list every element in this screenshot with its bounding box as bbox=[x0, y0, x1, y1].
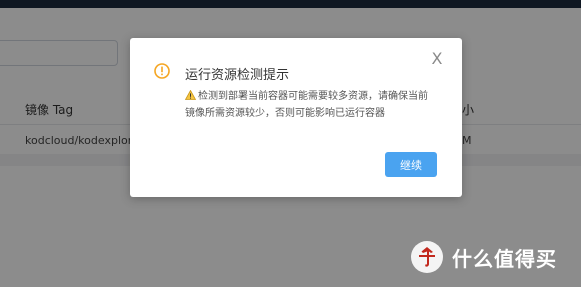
dialog-message: 检测到部署当前容器可能需要较多资源，请确保当前镜像所需资源较少，否则可能影响已运… bbox=[185, 88, 435, 122]
close-icon[interactable]: X bbox=[428, 50, 446, 68]
dialog-title: 运行资源检测提示 bbox=[185, 68, 290, 83]
continue-button[interactable]: 继续 bbox=[385, 152, 437, 177]
watermark-logo-icon bbox=[411, 241, 443, 273]
dialog-message-text: 检测到部署当前容器可能需要较多资源，请确保当前镜像所需资源较少，否则可能影响已运… bbox=[185, 91, 428, 119]
watermark-text: 什么值得买 bbox=[452, 246, 557, 271]
warning-circle-icon bbox=[154, 63, 170, 79]
resource-check-dialog: 运行资源检测提示 X 检测到部署当前容器可能需要较多资源，请确保当前镜像所需资源… bbox=[130, 38, 462, 197]
watermark: 什么值得买 bbox=[410, 240, 557, 274]
warning-triangle-icon bbox=[185, 90, 196, 100]
top-bar bbox=[0, 0, 581, 8]
